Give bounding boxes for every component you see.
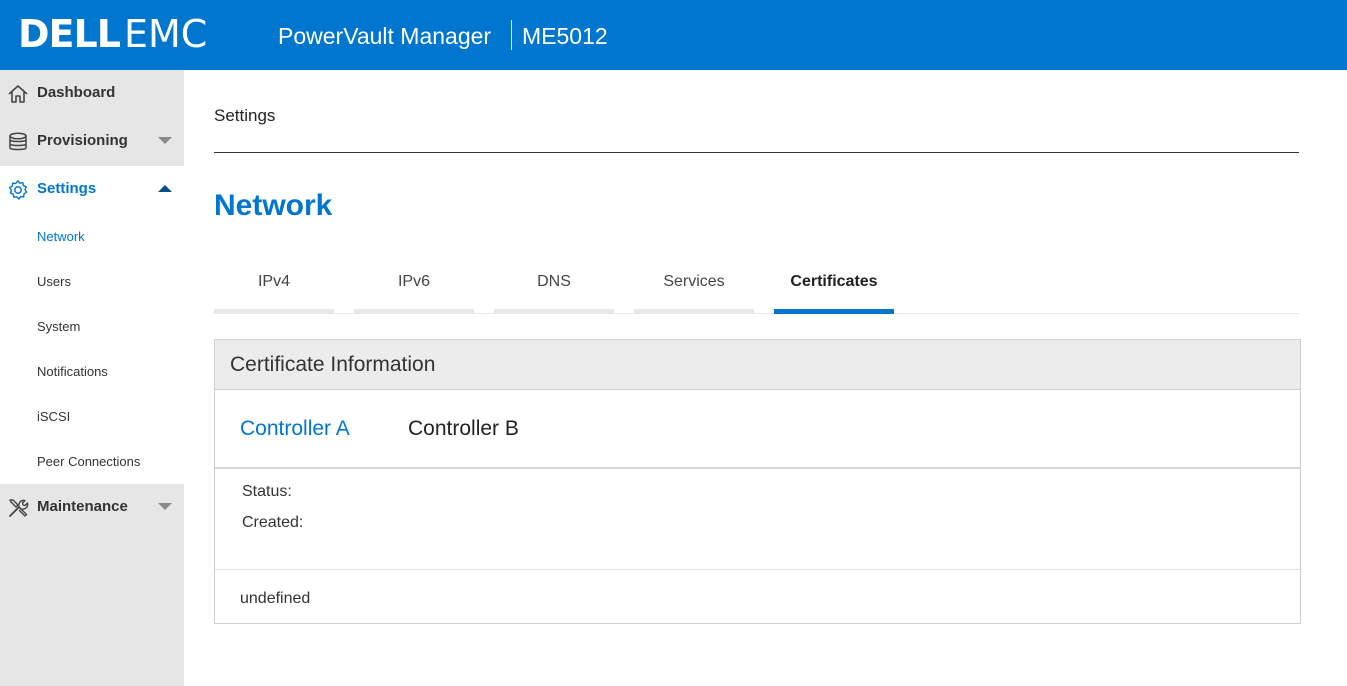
controller-a-tab[interactable]: Controller A: [240, 417, 350, 441]
breadcrumb: Settings: [214, 106, 276, 125]
breadcrumb-divider: [214, 152, 1299, 153]
tab-dns[interactable]: DNS: [494, 262, 614, 314]
app-title: PowerVault Manager: [278, 23, 492, 49]
panel-footer-divider: [215, 569, 1300, 570]
sidebar-item-maintenance[interactable]: Maintenance: [0, 484, 184, 532]
gear-icon: [8, 180, 28, 200]
panel-title: Certificate Information: [230, 353, 436, 376]
chevron-down-icon: [158, 137, 172, 144]
created-label: Created:: [242, 514, 304, 531]
tab-label: Services: [663, 273, 725, 290]
chevron-down-icon: [158, 503, 172, 510]
sidebar-subitem-system[interactable]: System: [37, 319, 80, 335]
tab-indicator: [774, 309, 894, 314]
logo-dell-text: DELL: [18, 12, 121, 56]
tab-indicator: [494, 309, 614, 314]
page-title: Network: [214, 189, 333, 222]
sidebar-item-label: Maintenance: [37, 498, 128, 515]
sidebar-item-label: Provisioning: [37, 132, 128, 149]
sidebar-item-settings[interactable]: Settings: [0, 166, 184, 214]
tools-icon: [9, 499, 29, 517]
tab-indicator: [214, 309, 334, 314]
sidebar-subitem-users[interactable]: Users: [37, 274, 71, 290]
tab-services[interactable]: Services: [634, 262, 754, 314]
tab-label: IPv4: [257, 273, 290, 290]
sidebar-item-provisioning[interactable]: Provisioning: [0, 118, 184, 166]
controller-tabs-divider: [215, 467, 1300, 469]
sidebar: Dashboard Provisioning Settings Network …: [0, 70, 184, 686]
sidebar-item-dashboard[interactable]: Dashboard: [0, 70, 184, 118]
database-icon: [9, 132, 27, 151]
tab-label: DNS: [537, 273, 571, 290]
panel-footer-text: undefined: [240, 590, 311, 607]
tab-label: Certificates: [790, 273, 878, 290]
status-label: Status:: [242, 483, 292, 500]
network-tabs: IPv4 IPv6 DNS Services Certificates: [214, 262, 1299, 314]
sidebar-subitem-peer-connections[interactable]: Peer Connections: [37, 454, 140, 470]
controller-b-tab[interactable]: Controller B: [408, 417, 519, 441]
tab-indicator: [634, 309, 754, 314]
tab-ipv4[interactable]: IPv4: [214, 262, 334, 314]
title-separator: [511, 20, 512, 50]
sidebar-subitem-notifications[interactable]: Notifications: [37, 364, 108, 380]
settings-submenu: Network Users System Notifications iSCSI…: [0, 214, 184, 484]
dell-emc-logo: DELL EMC: [18, 12, 207, 56]
tab-ipv6[interactable]: IPv6: [354, 262, 474, 314]
sidebar-item-label: Dashboard: [37, 84, 116, 101]
sidebar-item-label: Settings: [37, 180, 97, 197]
system-model: ME5012: [522, 23, 608, 49]
logo-emc-text: EMC: [123, 12, 208, 56]
chevron-up-icon: [158, 185, 172, 192]
sidebar-subitem-iscsi[interactable]: iSCSI: [37, 409, 70, 425]
tab-indicator: [354, 309, 474, 314]
top-header-bar: DELL EMC PowerVault Manager ME5012: [0, 0, 1347, 70]
sidebar-subitem-network[interactable]: Network: [37, 229, 85, 245]
home-icon: [8, 85, 28, 103]
tab-label: IPv6: [397, 273, 430, 290]
certificate-panel: Certificate Information Controller A Con…: [214, 339, 1301, 624]
panel-header: Certificate Information: [215, 340, 1300, 390]
tab-certificates[interactable]: Certificates: [774, 262, 894, 314]
